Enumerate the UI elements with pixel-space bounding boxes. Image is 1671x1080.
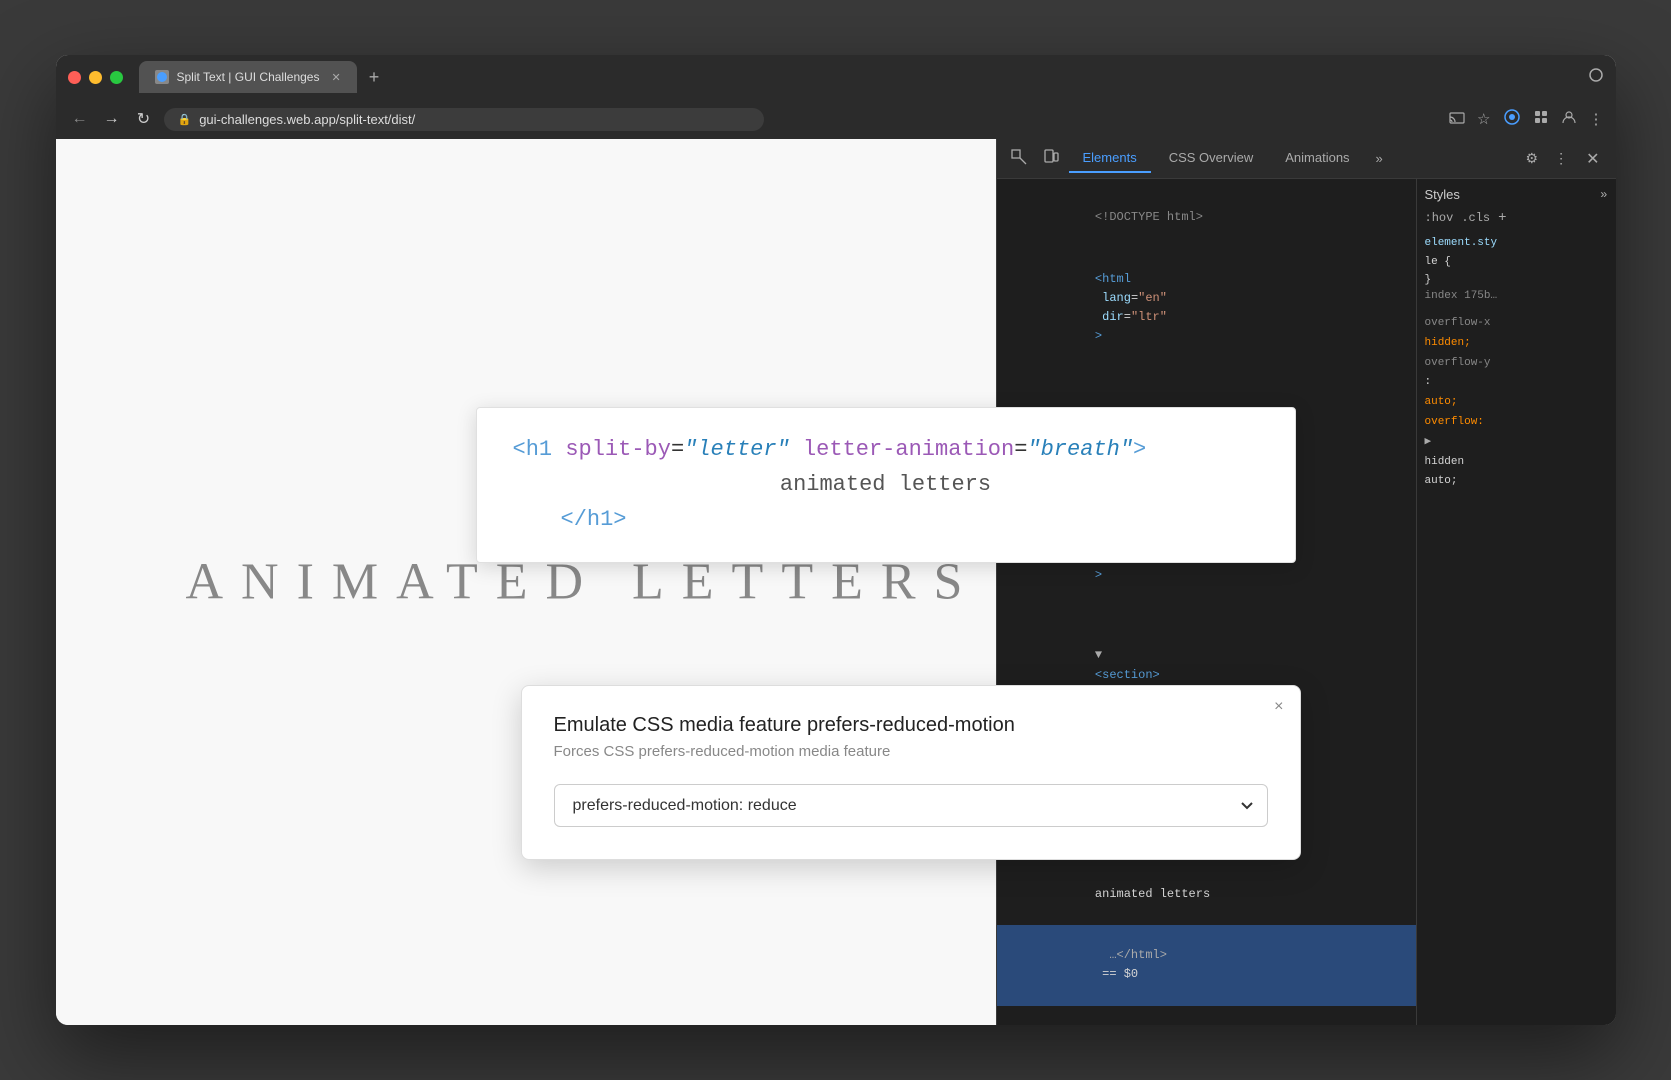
lock-icon: 🔒 [178, 113, 192, 126]
style-prop-overflow-y: overflow-y [1425, 354, 1608, 374]
style-prop-colon: : [1425, 373, 1608, 393]
media-popup-close-button[interactable]: × [1274, 698, 1283, 716]
code-line-3: </h1> [513, 502, 1259, 537]
address-bar: ← → ↻ 🔒 gui-challenges.web.app/split-tex… [56, 99, 1616, 139]
element-style-brace: } [1425, 274, 1432, 286]
code-val-letter: "letter" [684, 437, 790, 462]
forward-button[interactable]: → [100, 110, 124, 128]
code-text-content: animated letters [513, 467, 1259, 502]
dom-line-html-close[interactable]: …</html> == $0 [997, 925, 1416, 1006]
style-prop-auto2: auto; [1425, 472, 1608, 492]
cast-icon[interactable] [1449, 109, 1465, 129]
style-element-label: element.sty [1425, 234, 1608, 253]
tab-title: Split Text | GUI Challenges [177, 70, 320, 84]
style-prop-overflow-x: overflow-x [1425, 314, 1608, 334]
devtools-more-options-icon[interactable]: ⋮ [1548, 146, 1574, 171]
styles-index: index 175b… [1425, 290, 1608, 302]
style-prop-arrow[interactable]: ▶ [1425, 433, 1608, 453]
element-style-label2: le { [1425, 256, 1451, 268]
reload-button[interactable]: ↻ [132, 109, 156, 129]
code-tag-gt: > [1133, 437, 1146, 462]
styles-block: element.sty le { } [1425, 234, 1608, 290]
title-bar: Split Text | GUI Challenges ✕ + [56, 55, 1616, 99]
browser-menu-icon[interactable] [1588, 67, 1604, 87]
traffic-light-green[interactable] [110, 71, 123, 84]
tab-bar: Split Text | GUI Challenges ✕ + [139, 61, 1588, 93]
tab-close-button[interactable]: ✕ [331, 71, 340, 84]
address-text: gui-challenges.web.app/split-text/dist/ [199, 112, 415, 127]
chrome-icon[interactable] [1503, 108, 1521, 130]
style-prop-auto: auto; [1425, 393, 1608, 413]
traffic-lights [68, 71, 123, 84]
doctype-text: <!DOCTYPE html> [1095, 210, 1203, 224]
code-tooltip: <h1 split-by="letter" letter-animation="… [476, 407, 1296, 563]
devtools-toolbar: Elements CSS Overview Animations » ⚙ ⋮ ✕ [997, 139, 1616, 179]
media-popup-select[interactable]: No emulation prefers-reduced-motion: red… [554, 784, 1268, 827]
styles-header: Styles » [1425, 187, 1608, 202]
devtools-panel: Elements CSS Overview Animations » ⚙ ⋮ ✕… [996, 139, 1616, 1025]
toolbar-icons: ☆ ⋮ [1449, 108, 1603, 130]
element-style-label: element.sty [1425, 237, 1498, 249]
devtools-close-icon[interactable]: ✕ [1578, 145, 1607, 173]
devtools-content: <!DOCTYPE html> <html lang="en" dir="ltr… [997, 179, 1616, 1025]
devtools-tab-css-overview[interactable]: CSS Overview [1155, 144, 1268, 173]
devtools-tab-elements[interactable]: Elements [1069, 144, 1151, 173]
device-toolbar-icon[interactable] [1037, 145, 1065, 172]
inspect-element-icon[interactable] [1005, 145, 1033, 172]
hov-pseudo-button[interactable]: :hov [1425, 211, 1454, 225]
browser-menu-dots[interactable]: ⋮ [1589, 110, 1604, 128]
style-element-brace: } [1425, 271, 1608, 290]
style-prop-hidden: hidden; [1425, 334, 1608, 354]
style-prop-overflow: overflow: [1425, 413, 1608, 433]
media-popup-subtitle: Forces CSS prefers-reduced-motion media … [554, 743, 1268, 760]
devtools-settings-icon[interactable]: ⚙ [1520, 146, 1545, 171]
browser-tab-active[interactable]: Split Text | GUI Challenges ✕ [139, 61, 357, 93]
code-attr-split-by: split-by [565, 437, 671, 462]
address-field[interactable]: 🔒 gui-challenges.web.app/split-text/dist… [164, 108, 764, 131]
style-prop-hidden2: hidden [1425, 453, 1608, 473]
add-style-button[interactable]: + [1498, 210, 1506, 226]
code-line-1: <h1 split-by="letter" letter-animation="… [513, 432, 1259, 467]
main-content: ANIMATED LETTERS <h1 split-by="letter" l… [56, 139, 1616, 1025]
code-close-tag: </h1> [561, 507, 627, 532]
media-feature-popup: × Emulate CSS media feature prefers-redu… [521, 685, 1301, 860]
styles-title: Styles [1425, 187, 1460, 202]
browser-window: Split Text | GUI Challenges ✕ + ← → ↻ 🔒 … [56, 55, 1616, 1025]
extensions-icon[interactable] [1533, 109, 1549, 129]
dom-panel: <!DOCTYPE html> <html lang="en" dir="ltr… [997, 179, 1416, 1025]
cls-pseudo-button[interactable]: .cls [1461, 211, 1490, 225]
html-tag: <html [1095, 272, 1131, 286]
code-val-breath: "breath" [1027, 437, 1133, 462]
traffic-light-red[interactable] [68, 71, 81, 84]
traffic-light-yellow[interactable] [89, 71, 102, 84]
styles-chevron[interactable]: » [1600, 188, 1607, 202]
style-element-label2: le { [1425, 253, 1608, 272]
code-tag-open: <h1 [513, 437, 566, 462]
back-button[interactable]: ← [68, 110, 92, 128]
tab-favicon [155, 70, 169, 84]
styles-properties: overflow-x hidden; overflow-y : auto; ov… [1425, 314, 1608, 492]
devtools-more-tabs[interactable]: » [1368, 147, 1391, 170]
styles-pseudo-bar: :hov .cls + [1425, 210, 1608, 226]
section-expand-arrow[interactable]: ▼ [1095, 648, 1102, 662]
devtools-tab-animations[interactable]: Animations [1271, 144, 1363, 173]
styles-panel: Styles » :hov .cls + element.sty le { [1416, 179, 1616, 1025]
media-popup-title: Emulate CSS media feature prefers-reduce… [554, 714, 1268, 737]
star-icon[interactable]: ☆ [1477, 110, 1490, 128]
new-tab-button[interactable]: + [361, 67, 388, 88]
dom-line-doctype: <!DOCTYPE html> [997, 187, 1416, 249]
dom-line-html: <html lang="en" dir="ltr" > [997, 249, 1416, 368]
profile-icon[interactable] [1561, 109, 1577, 129]
webpage: ANIMATED LETTERS <h1 split-by="letter" l… [56, 139, 996, 1025]
code-attr-letter-animation: letter-animation [803, 437, 1014, 462]
